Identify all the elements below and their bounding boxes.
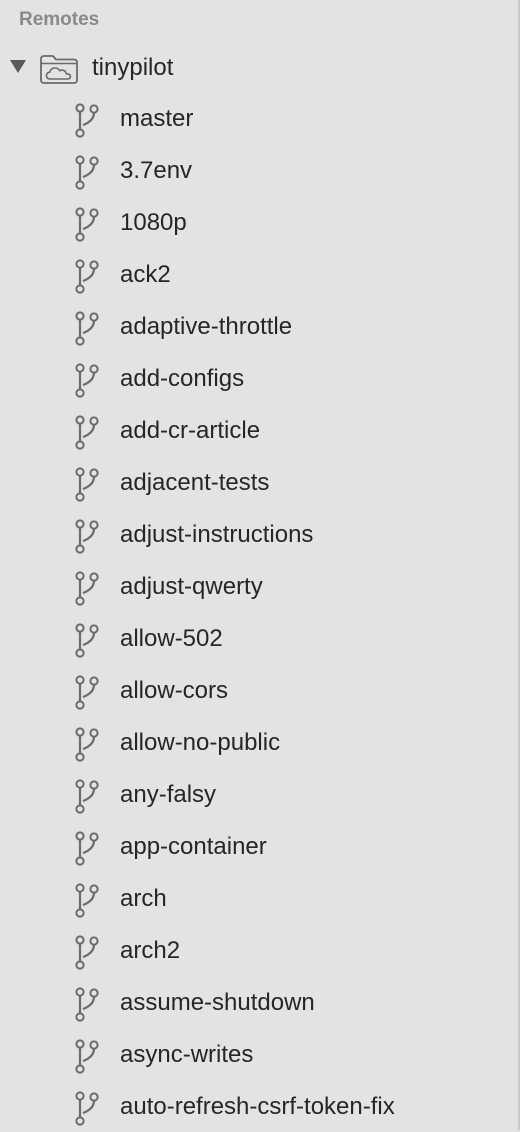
branch-item[interactable]: app-container [0, 820, 500, 872]
remote-item-tinypilot[interactable]: tinypilot [0, 44, 500, 92]
branch-label: adjust-instructions [120, 521, 314, 548]
git-branch-icon [75, 207, 99, 242]
git-branch-icon [75, 935, 99, 970]
git-branch-icon [75, 675, 99, 710]
branch-label: 1080p [120, 209, 187, 236]
branch-label: assume-shutdown [120, 989, 315, 1016]
git-branch-icon [75, 779, 99, 814]
branch-item[interactable]: any-falsy [0, 768, 500, 820]
git-branch-icon [75, 883, 99, 918]
git-branch-icon [75, 311, 99, 346]
branch-item[interactable]: master [0, 92, 500, 144]
branch-item[interactable]: adjust-qwerty [0, 560, 500, 612]
git-branch-icon [75, 831, 99, 866]
branch-item[interactable]: arch2 [0, 924, 500, 976]
git-branch-icon [75, 727, 99, 762]
branch-label: allow-502 [120, 625, 223, 652]
branch-list: master 3.7env 1080p ack2 adaptive-throttle ad… [0, 92, 500, 1132]
branch-label: allow-cors [120, 677, 229, 704]
branch-item[interactable]: async-writes [0, 1028, 500, 1080]
git-branch-icon [75, 467, 99, 502]
git-branch-icon [75, 363, 99, 398]
branch-label: async-writes [120, 1041, 254, 1068]
branch-label: adaptive-throttle [120, 313, 293, 340]
git-branch-icon [75, 1039, 99, 1074]
git-branch-icon [75, 571, 99, 606]
branch-item[interactable]: adjust-instructions [0, 508, 500, 560]
git-branch-icon [75, 259, 99, 294]
branch-item[interactable]: assume-shutdown [0, 976, 500, 1028]
section-header-remotes: Remotes [19, 9, 100, 30]
branch-label: app-container [120, 833, 267, 860]
branch-item[interactable]: allow-no-public [0, 716, 500, 768]
branch-label: 3.7env [120, 157, 193, 184]
branch-label: auto-refresh-csrf-token-fix [120, 1093, 395, 1120]
branch-item[interactable]: ack2 [0, 248, 500, 300]
branch-item[interactable]: 3.7env [0, 144, 500, 196]
branch-item[interactable]: auto-refresh-csrf-token-fix [0, 1080, 500, 1132]
branch-item[interactable]: 1080p [0, 196, 500, 248]
branch-item[interactable]: allow-502 [0, 612, 500, 664]
git-branch-icon [75, 1091, 99, 1126]
branch-item[interactable]: arch [0, 872, 500, 924]
branch-label: adjacent-tests [120, 469, 270, 496]
branch-item[interactable]: add-configs [0, 352, 500, 404]
git-branch-icon [75, 103, 99, 138]
branch-label: adjust-qwerty [120, 573, 263, 600]
disclosure-triangle-icon[interactable] [10, 60, 26, 73]
branch-label: master [120, 105, 194, 132]
branch-item[interactable]: add-cr-article [0, 404, 500, 456]
branch-label: arch [120, 885, 167, 912]
git-branch-icon [75, 987, 99, 1022]
branch-item[interactable]: adaptive-throttle [0, 300, 500, 352]
branch-label: add-cr-article [120, 417, 261, 444]
git-branch-icon [75, 519, 99, 554]
branch-label: add-configs [120, 365, 245, 392]
git-branch-icon [75, 415, 99, 450]
branch-label: any-falsy [120, 781, 217, 808]
branch-item[interactable]: adjacent-tests [0, 456, 500, 508]
git-branch-icon [75, 623, 99, 658]
branch-label: ack2 [120, 261, 171, 288]
branch-label: allow-no-public [120, 729, 281, 756]
cloud-folder-icon [40, 55, 78, 84]
remote-label: tinypilot [92, 54, 174, 81]
git-branch-icon [75, 155, 99, 190]
branch-item[interactable]: allow-cors [0, 664, 500, 716]
branch-label: arch2 [120, 937, 181, 964]
